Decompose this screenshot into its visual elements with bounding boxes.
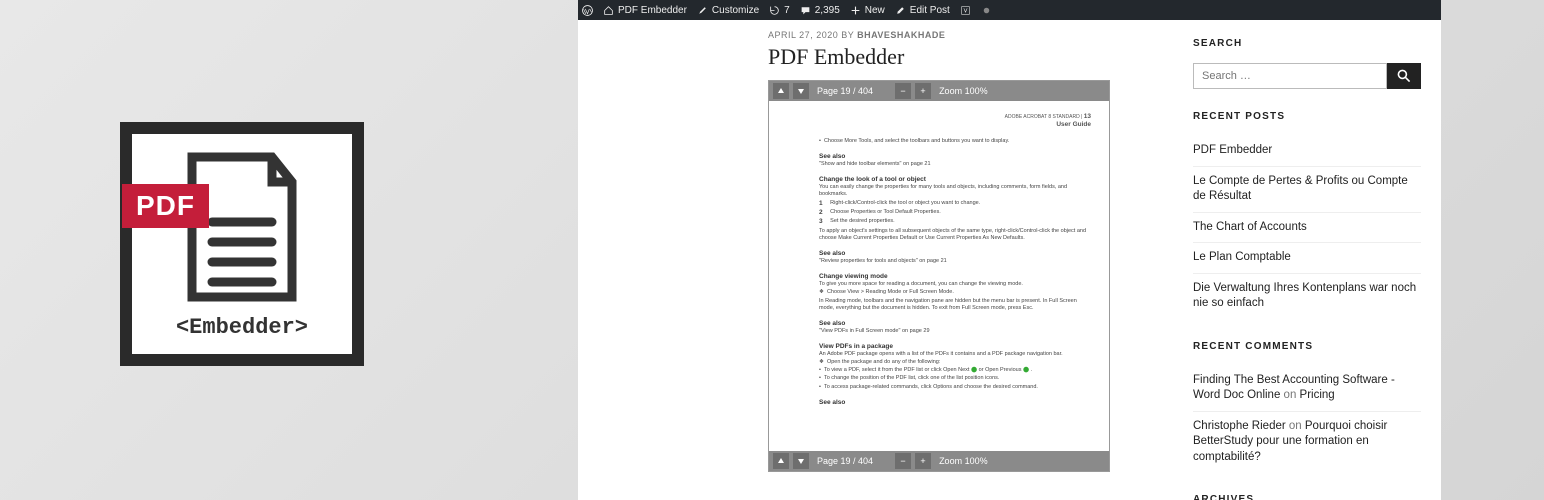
prev-page-button-bottom[interactable] xyxy=(773,453,789,469)
recent-comment: Christophe Rieder on Pourquoi choisir Be… xyxy=(1193,411,1421,473)
cache-indicator[interactable] xyxy=(981,5,992,16)
pdf-toolbar-top: Page 19 / 404 − + Zoom 100% xyxy=(769,81,1109,101)
wp-admin-bar: PDF Embedder Customize 7 2,395 New Edit … xyxy=(578,0,1441,20)
updates-link[interactable]: 7 xyxy=(769,5,790,16)
wordpress-screenshot: PDF Embedder Customize 7 2,395 New Edit … xyxy=(578,0,1441,500)
customize-link[interactable]: Customize xyxy=(697,5,759,16)
post-author: BHAVESHAKHADE xyxy=(857,30,945,40)
prev-page-button[interactable] xyxy=(773,83,789,99)
search-form xyxy=(1193,63,1421,89)
next-page-button-bottom[interactable] xyxy=(793,453,809,469)
recent-comment: Finding The Best Accounting Software - W… xyxy=(1193,366,1421,411)
yoast-link[interactable] xyxy=(960,5,971,16)
search-button[interactable] xyxy=(1387,63,1421,89)
arrow-up-icon xyxy=(776,86,786,96)
page-indicator: Page 19 / 404 xyxy=(817,86,873,96)
yoast-icon xyxy=(960,5,971,16)
brush-icon xyxy=(697,5,708,16)
comments-link[interactable]: 2,395 xyxy=(800,5,840,16)
next-page-button[interactable] xyxy=(793,83,809,99)
arrow-down-icon xyxy=(796,86,806,96)
zoom-in-button[interactable]: + xyxy=(915,83,931,99)
plus-icon xyxy=(850,5,861,16)
dot-icon xyxy=(981,5,992,16)
plugin-logo: PDF <Embedder> xyxy=(120,122,364,366)
pencil-icon xyxy=(895,5,906,16)
zoom-out-button-bottom[interactable]: − xyxy=(895,453,911,469)
update-icon xyxy=(769,5,780,16)
home-icon xyxy=(603,5,614,16)
recent-posts-heading: RECENT POSTS xyxy=(1193,111,1421,122)
by-label: BY xyxy=(841,30,854,40)
logo-inner: PDF <Embedder> xyxy=(132,134,352,354)
site-name-link[interactable]: PDF Embedder xyxy=(603,5,687,16)
arrow-down-icon xyxy=(796,456,806,466)
recent-post-link[interactable]: Le Plan Comptable xyxy=(1193,242,1421,273)
comment-author-link[interactable]: Christophe Rieder xyxy=(1193,420,1286,432)
recent-post-link[interactable]: Die Verwaltung Ihres Kontenplans war noc… xyxy=(1193,273,1421,319)
site-name: PDF Embedder xyxy=(618,5,687,16)
recent-post-link[interactable]: PDF Embedder xyxy=(1193,136,1421,166)
edit-post-link[interactable]: Edit Post xyxy=(895,5,950,16)
recent-post-link[interactable]: The Chart of Accounts xyxy=(1193,212,1421,243)
post-meta: APRIL 27, 2020 BY BHAVESHAKHADE xyxy=(768,30,1171,40)
search-icon xyxy=(1396,68,1412,84)
recent-post-link[interactable]: Le Compte de Pertes & Profits ou Compte … xyxy=(1193,166,1421,212)
pdf-toolbar-bottom: Page 19 / 404 − + Zoom 100% xyxy=(769,451,1109,471)
comment-icon xyxy=(800,5,811,16)
arrow-up-icon xyxy=(776,456,786,466)
wordpress-icon xyxy=(582,5,593,16)
zoom-in-button-bottom[interactable]: + xyxy=(915,453,931,469)
search-heading: SEARCH xyxy=(1193,38,1421,49)
wp-logo[interactable] xyxy=(582,5,593,16)
search-input[interactable] xyxy=(1193,63,1387,89)
zoom-indicator-bottom: Zoom 100% xyxy=(939,456,988,466)
recent-posts-list: PDF Embedder Le Compte de Pertes & Profi… xyxy=(1193,136,1421,319)
embedder-text: <Embedder> xyxy=(176,315,308,340)
page-indicator-bottom: Page 19 / 404 xyxy=(817,456,873,466)
archives-heading: ARCHIVES xyxy=(1193,494,1421,500)
pdf-badge: PDF xyxy=(122,184,209,228)
post-date: APRIL 27, 2020 xyxy=(768,30,838,40)
recent-comments-heading: RECENT COMMENTS xyxy=(1193,341,1421,352)
blog-sidebar: SEARCH RECENT POSTS PDF Embedder Le Comp… xyxy=(1183,20,1441,500)
new-link[interactable]: New xyxy=(850,5,885,16)
zoom-out-button[interactable]: − xyxy=(895,83,911,99)
post-title: PDF Embedder xyxy=(768,44,1171,70)
recent-comments-list: Finding The Best Accounting Software - W… xyxy=(1193,366,1421,473)
pdf-header: ADOBE ACROBAT 8 STANDARD | 13 User Guide xyxy=(1005,113,1091,129)
zoom-indicator: Zoom 100% xyxy=(939,86,988,96)
main-content: APRIL 27, 2020 BY BHAVESHAKHADE PDF Embe… xyxy=(578,20,1183,500)
comment-target-link[interactable]: Pricing xyxy=(1300,389,1335,401)
pdf-embedder-viewer: Page 19 / 404 − + Zoom 100% ADOBE ACROBA… xyxy=(768,80,1110,472)
pdf-page-content[interactable]: ADOBE ACROBAT 8 STANDARD | 13 User Guide… xyxy=(769,101,1109,451)
